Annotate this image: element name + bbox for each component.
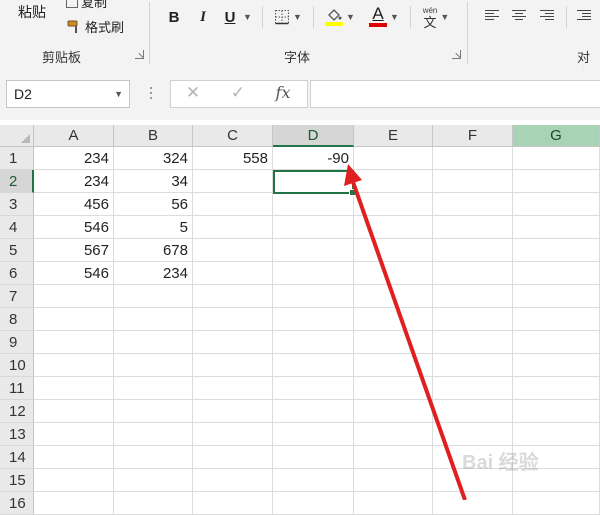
annotation-arrow xyxy=(344,164,467,500)
